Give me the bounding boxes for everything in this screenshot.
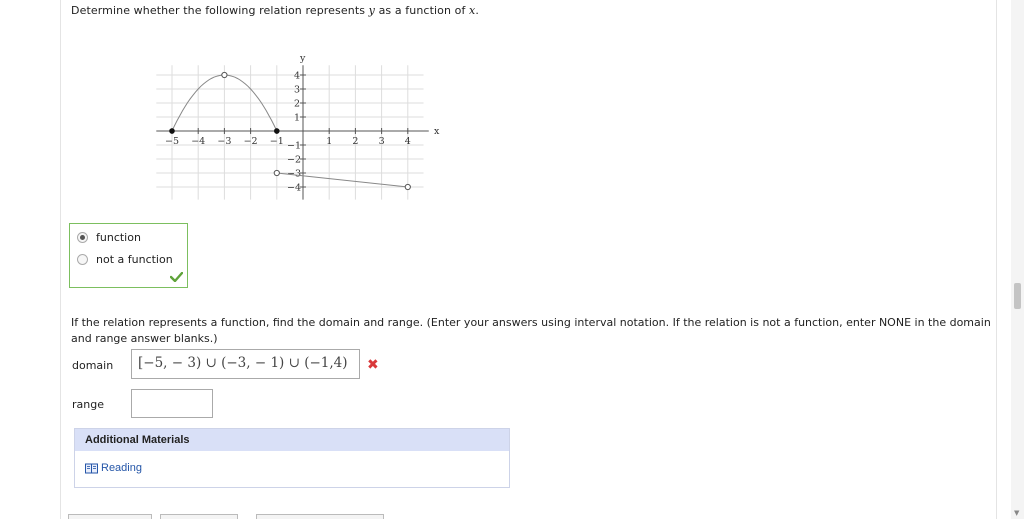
range-label: range: [72, 398, 104, 411]
x-tick-label: −4: [191, 136, 205, 147]
page-right-rule: [996, 0, 997, 519]
y-tick-label: 4: [294, 71, 300, 82]
reading-link[interactable]: Reading: [85, 462, 142, 474]
open-point: [404, 183, 411, 191]
closed-point: [274, 128, 280, 134]
answer-choices: function not a function: [69, 223, 188, 288]
y-tick-label: −1: [287, 141, 301, 152]
vertical-scrollbar[interactable]: ▼: [1011, 0, 1024, 519]
book-icon: [85, 463, 98, 473]
y-tick-label: 2: [294, 99, 300, 110]
domain-label: domain: [72, 359, 114, 372]
radio-function[interactable]: [77, 232, 88, 243]
relation-graph: x y −5 −4 −3 −2 −1 1 2 3 4 4 3 2 1 −1 −2 −3 −4: [150, 27, 450, 226]
bottom-tab[interactable]: [160, 514, 238, 519]
range-input[interactable]: [131, 389, 213, 418]
choice-not-a-function-label: not a function: [96, 253, 173, 266]
bottom-tab[interactable]: [256, 514, 384, 519]
y-tick-label: 1: [294, 113, 300, 124]
open-point: [273, 169, 280, 177]
open-point: [221, 71, 228, 79]
domain-input[interactable]: [−5, − 3) ∪ (−3, − 1) ∪ (−1,4): [131, 349, 360, 379]
x-tick-label: −2: [244, 136, 258, 147]
y-tick-label: 3: [294, 85, 300, 96]
choice-not-a-function[interactable]: not a function: [77, 253, 173, 266]
additional-materials-panel: Additional Materials Reading: [74, 428, 510, 488]
y-tick-label: −2: [287, 155, 301, 166]
scrollbar-thumb[interactable]: [1014, 283, 1021, 309]
closed-point: [169, 128, 175, 134]
x-tick-label: −5: [165, 136, 179, 147]
x-tick-label: 3: [379, 136, 385, 147]
scroll-down-arrow-icon[interactable]: ▼: [1014, 509, 1019, 517]
y-axis-label: y: [299, 53, 306, 64]
x-tick-label: −3: [217, 136, 231, 147]
x-tick-label: 4: [405, 136, 411, 147]
choice-function[interactable]: function: [77, 231, 141, 244]
question-text: Determine whether the following relation…: [71, 4, 479, 17]
bottom-tab[interactable]: [68, 514, 152, 519]
y-tick-label: −4: [287, 183, 301, 194]
x-axis-label: x: [434, 126, 440, 137]
radio-not-a-function[interactable]: [77, 254, 88, 265]
x-tick-label: 2: [352, 136, 358, 147]
additional-materials-heading: Additional Materials: [75, 429, 509, 451]
reading-link-label: Reading: [101, 462, 142, 474]
instructions-text: If the relation represents a function, f…: [71, 316, 991, 345]
green-check-icon: [170, 272, 183, 282]
red-x-icon: ✖: [367, 357, 379, 373]
choice-function-label: function: [96, 231, 141, 244]
page-left-rule: [60, 0, 61, 519]
x-tick-label: −1: [270, 136, 284, 147]
x-tick-label: 1: [326, 136, 332, 147]
bottom-tab-strip: [60, 514, 400, 519]
